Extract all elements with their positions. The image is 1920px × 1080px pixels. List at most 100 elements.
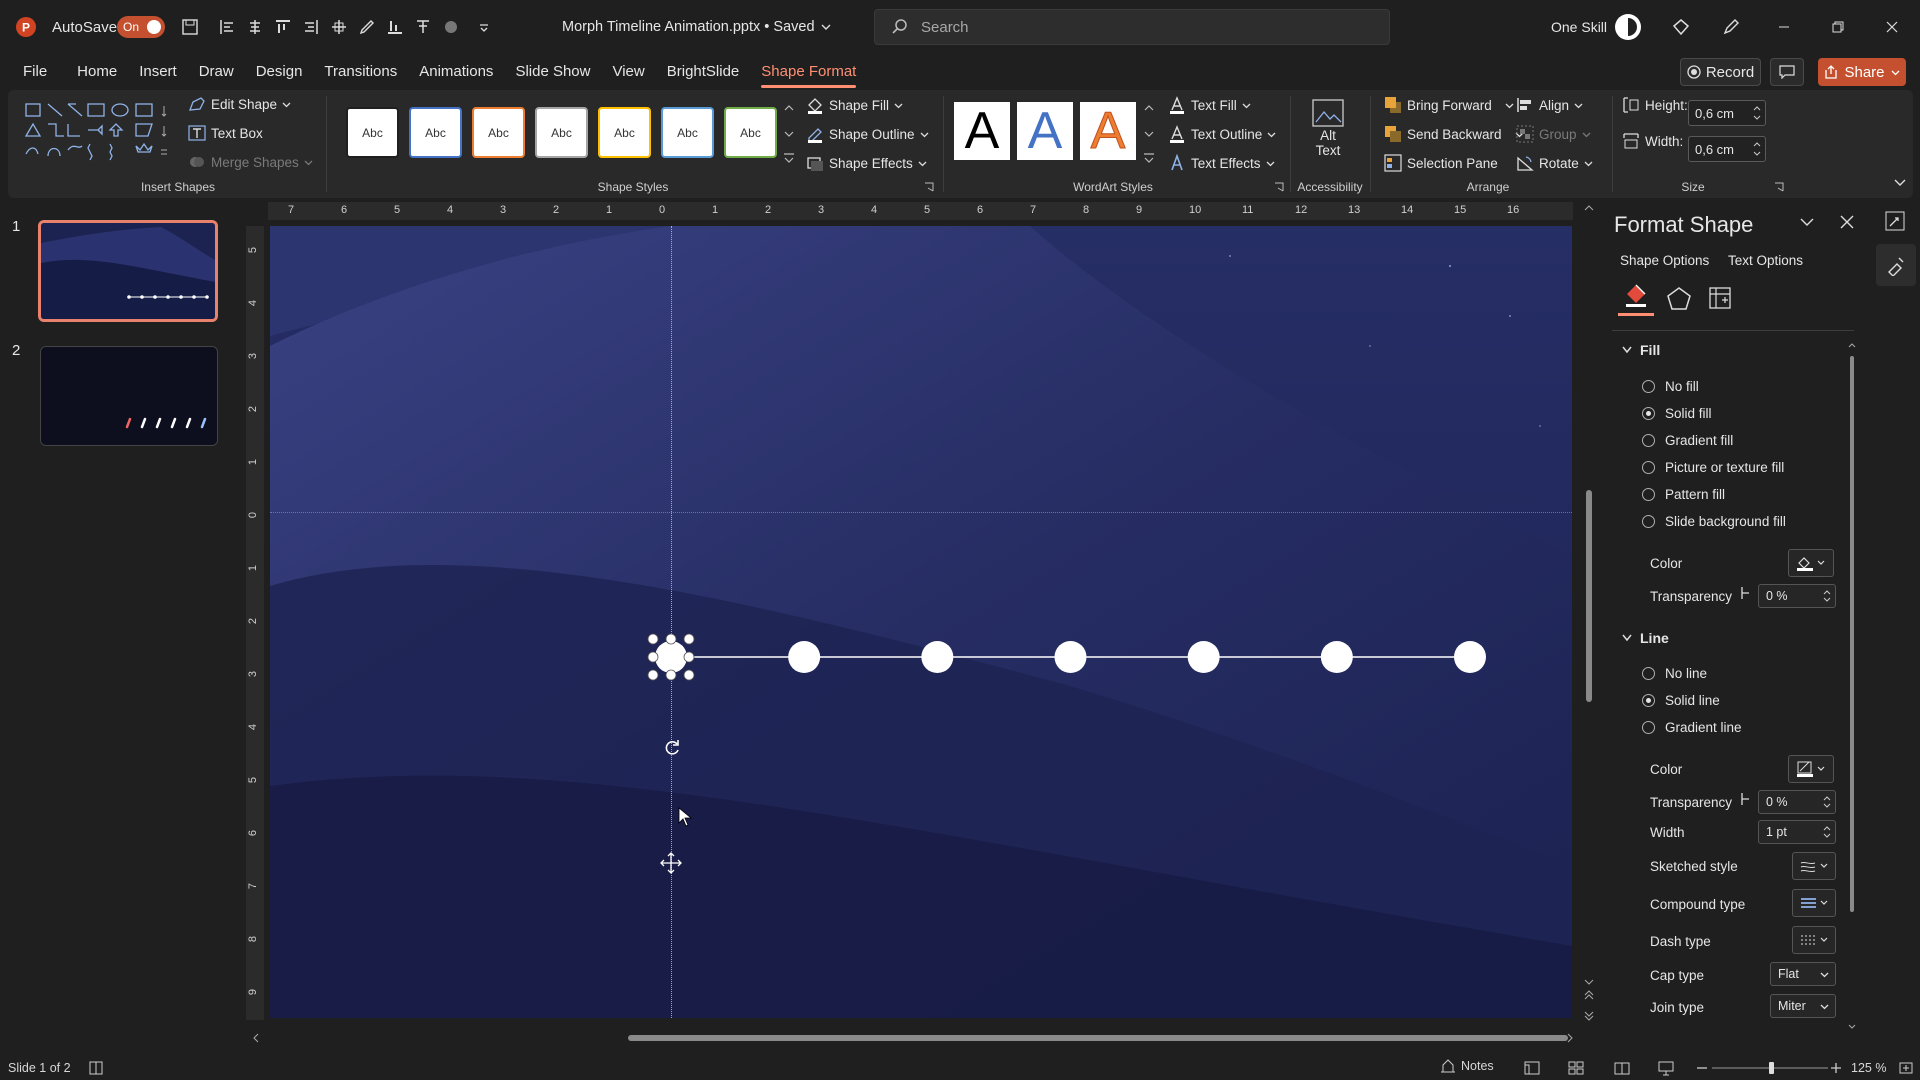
shape-style-swatch[interactable]: Abc [535,107,588,158]
text-effects-button[interactable]: Text Effects [1168,154,1275,172]
cap-type-dropdown[interactable]: Flat [1770,962,1836,986]
align-top-icon[interactable] [272,16,294,38]
align-bottom-icon[interactable] [384,16,406,38]
sketched-style-dropdown[interactable] [1792,852,1836,880]
dialog-launcher-icon[interactable] [1274,182,1284,192]
selection-handle[interactable] [683,669,695,681]
rotate-button[interactable]: Rotate [1516,154,1593,172]
comments-button[interactable] [1770,58,1804,86]
timeline-dot[interactable] [1187,641,1220,673]
pane-close-icon[interactable] [1840,215,1854,229]
timeline-dot[interactable] [921,641,954,673]
send-backward-button[interactable]: Send Backward [1384,125,1524,143]
tab-transitions[interactable]: Transitions [313,54,408,90]
shape-fill-button[interactable]: Shape Fill [806,96,903,114]
bring-forward-button[interactable]: Bring Forward [1384,96,1514,114]
spinner-icon[interactable] [1753,141,1761,157]
record-button[interactable]: Record [1680,58,1761,86]
search-box[interactable]: Search [874,9,1390,45]
tab-file[interactable]: File [12,54,58,90]
selection-handle[interactable] [647,633,659,645]
notes-button[interactable]: Notes [1440,1059,1494,1073]
spinner-icon[interactable] [1823,825,1831,839]
edit-shape-button[interactable]: Edit Shape [188,96,291,112]
fill-color-picker[interactable] [1788,549,1834,577]
radio-no-fill[interactable]: No fill [1642,379,1699,394]
share-button[interactable]: Share [1818,58,1906,86]
fill-line-tab[interactable] [1618,282,1654,316]
normal-view-icon[interactable] [1524,1060,1540,1076]
alt-text-button[interactable]: Alt Text [1303,98,1353,170]
selection-handle[interactable] [647,669,659,681]
spinner-icon[interactable] [1753,105,1761,121]
tab-design[interactable]: Design [245,54,314,90]
slide-canvas[interactable] [270,226,1572,1018]
text-outline-button[interactable]: Text Outline [1168,125,1276,143]
fill-transparency-input[interactable]: 0 % [1758,584,1836,608]
height-input[interactable]: 0,6 cm [1688,100,1766,126]
minimize-button[interactable] [1762,0,1806,54]
shape-style-swatch[interactable]: Abc [472,107,525,158]
gallery-scroll-icon[interactable] [782,102,796,166]
zoom-out-icon[interactable] [1696,1060,1708,1076]
wordart-style-orange[interactable]: A [1080,102,1136,161]
align-center-icon[interactable] [244,16,266,38]
distribute-icon[interactable] [328,16,350,38]
radio-solid-line[interactable]: Solid line [1642,693,1720,708]
shapes-gallery[interactable] [24,100,174,162]
tab-text-options[interactable]: Text Options [1728,253,1803,268]
tab-slide-show[interactable]: Slide Show [504,54,601,90]
shape-style-swatch[interactable]: Abc [724,107,777,158]
timeline-dot[interactable] [1320,641,1353,673]
timeline-dot[interactable] [1054,641,1087,673]
dialog-launcher-icon[interactable] [1774,182,1784,192]
wordart-style-black[interactable]: A [954,102,1010,160]
text-fill-button[interactable]: Text Fill [1168,96,1251,114]
selection-handle[interactable] [665,669,677,681]
zoom-in-icon[interactable] [1830,1060,1842,1076]
join-type-dropdown[interactable]: Miter [1770,994,1836,1018]
text-box-button[interactable]: Text Box [188,125,263,141]
slide-thumbnail-1[interactable] [38,220,218,322]
zoom-level[interactable]: 125 % [1851,1061,1886,1075]
spinner-icon[interactable] [1823,795,1831,809]
restore-button[interactable] [1816,0,1860,54]
radio-no-line[interactable]: No line [1642,666,1707,681]
compound-type-dropdown[interactable] [1792,889,1836,917]
timeline-dot-selected[interactable] [655,641,687,673]
transparency-slider-icon[interactable] [1740,586,1750,600]
tab-brightslide[interactable]: BrightSlide [656,54,751,90]
pen-icon[interactable] [356,16,378,38]
collapse-ribbon-icon[interactable] [1894,178,1906,188]
timeline-dot[interactable] [788,641,821,673]
tab-shape-options[interactable]: Shape Options [1620,253,1709,268]
shape-style-swatch[interactable]: Abc [598,107,651,158]
slideshow-view-icon[interactable] [1658,1060,1674,1076]
dialog-launcher-icon[interactable] [924,182,934,192]
align-left-icon[interactable] [216,16,238,38]
selection-handle[interactable] [683,651,695,663]
pane-scrollbar[interactable] [1848,342,1856,1032]
format-shape-rail-button[interactable] [1876,244,1916,286]
line-section-header[interactable]: Line [1622,630,1669,646]
shape-style-swatch[interactable]: Abc [409,107,462,158]
radio-pattern-fill[interactable]: Pattern fill [1642,487,1725,502]
fill-section-header[interactable]: Fill [1622,342,1660,358]
user-avatar[interactable] [1615,0,1641,54]
radio-gradient-fill[interactable]: Gradient fill [1642,433,1733,448]
shape-style-swatch[interactable]: Abc [661,107,714,158]
shape-fill-icon[interactable] [440,16,462,38]
autosave-toggle[interactable]: On [117,0,165,54]
radio-picture-fill[interactable]: Picture or texture fill [1642,460,1784,475]
tab-home[interactable]: Home [66,54,128,90]
size-properties-tab-icon[interactable] [1708,286,1732,310]
wordart-style-blue[interactable]: A [1017,102,1073,160]
radio-solid-fill[interactable]: Solid fill [1642,406,1712,421]
selection-handle[interactable] [647,651,659,663]
tab-insert[interactable]: Insert [128,54,188,90]
horizontal-scrollbar[interactable] [248,1030,1578,1046]
fit-to-window-icon[interactable] [1898,1060,1914,1076]
align-button[interactable]: Align [1516,96,1583,114]
shape-style-swatch[interactable]: Abc [346,107,399,158]
selection-pane-button[interactable]: Selection Pane [1384,154,1498,172]
